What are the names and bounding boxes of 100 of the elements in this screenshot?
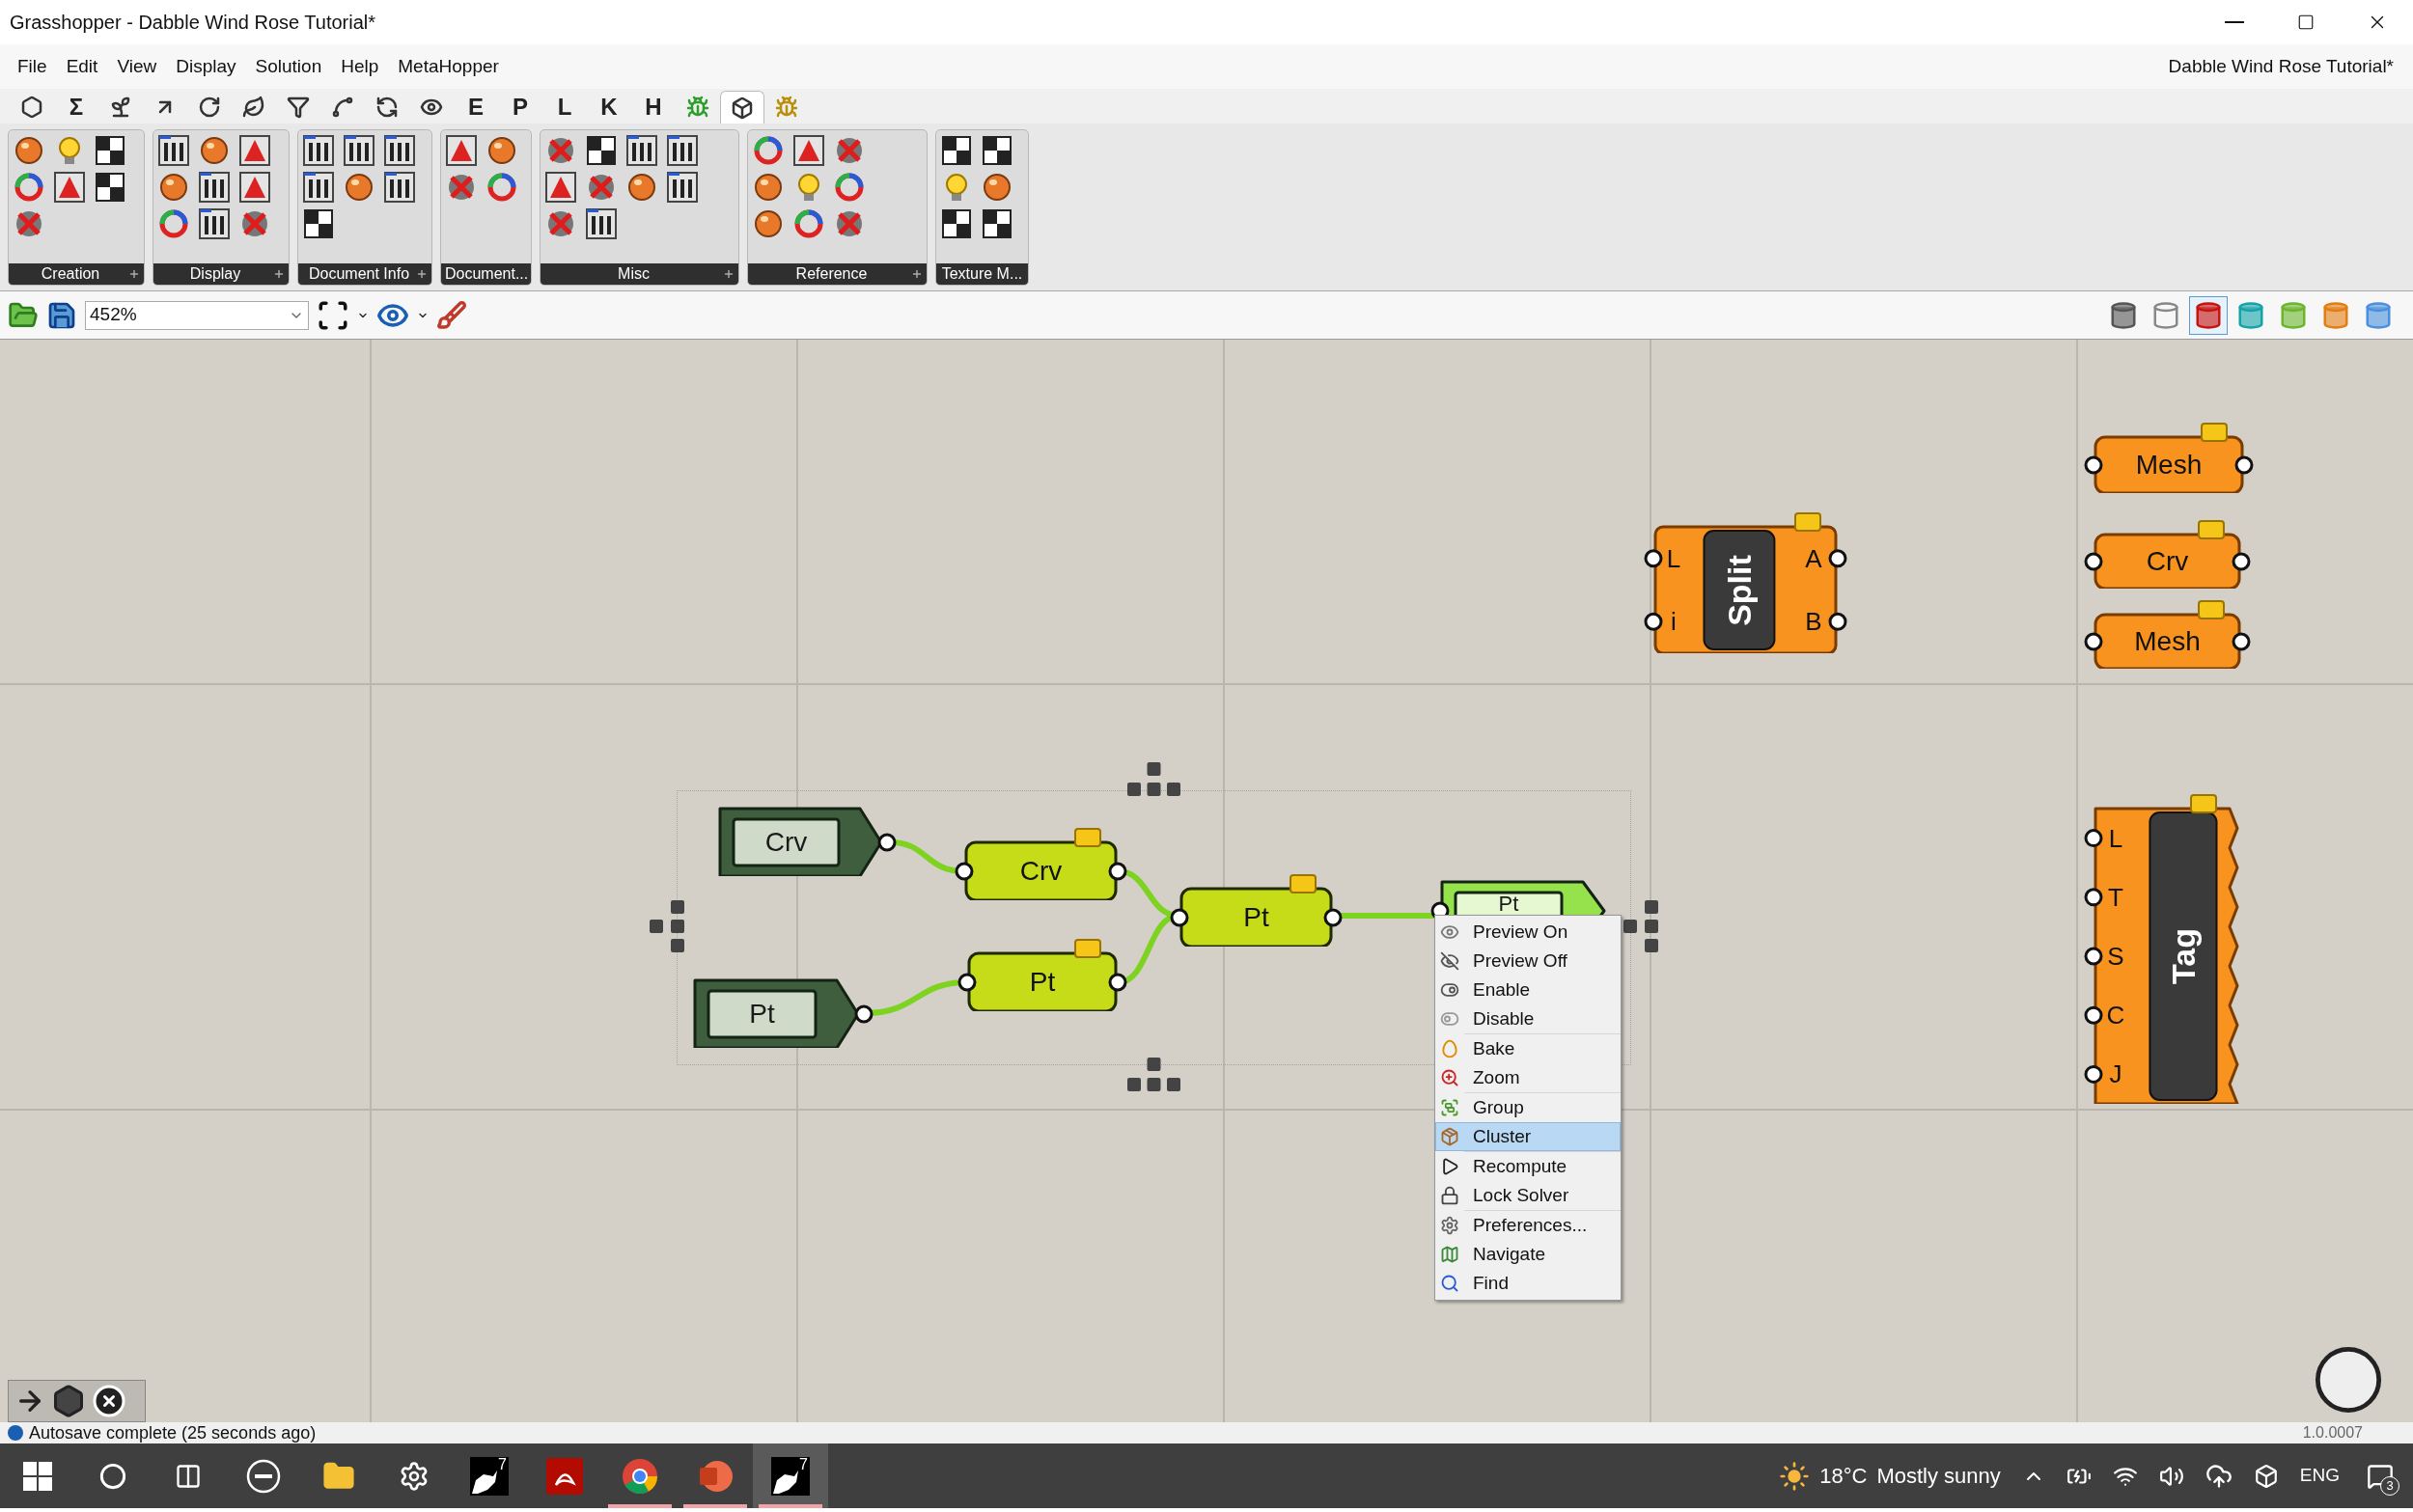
connector-grip[interactable] — [1644, 612, 1663, 631]
sphere-icon[interactable] — [343, 171, 375, 204]
component-node[interactable] — [1653, 525, 1838, 653]
expand-icon[interactable] — [723, 268, 735, 280]
weather-icon[interactable] — [1779, 1460, 1811, 1492]
connector-grip[interactable] — [1828, 549, 1847, 568]
checker-icon[interactable] — [940, 207, 973, 240]
flag-icon[interactable] — [2198, 520, 2225, 539]
tab[interactable]: E — [454, 91, 498, 124]
display-mode-button[interactable] — [2189, 295, 2228, 335]
ring-icon[interactable] — [792, 207, 825, 240]
bars-icon[interactable] — [302, 171, 335, 204]
sphere-icon[interactable] — [13, 134, 45, 167]
component-node[interactable] — [2094, 807, 2239, 1104]
resize-handle-icon[interactable] — [1127, 1058, 1180, 1091]
checker-icon[interactable] — [585, 134, 618, 167]
checker-icon[interactable] — [302, 207, 335, 240]
connector-grip[interactable] — [2084, 632, 2103, 651]
parameter-node[interactable] — [967, 951, 1118, 1011]
notifications-button[interactable]: 3 — [2361, 1456, 2399, 1496]
sphere-icon[interactable] — [198, 134, 231, 167]
bars-icon[interactable] — [198, 207, 231, 240]
ring-icon[interactable] — [752, 134, 785, 167]
ring-icon[interactable] — [485, 171, 518, 204]
bars-icon[interactable] — [198, 171, 231, 204]
zoom-extents-icon[interactable] — [317, 298, 349, 332]
connector-grip[interactable] — [1108, 862, 1127, 881]
connector-grip[interactable] — [2084, 552, 2103, 571]
tab[interactable]: P — [498, 91, 542, 124]
bars-icon[interactable] — [666, 171, 699, 204]
flag-icon[interactable] — [1074, 939, 1101, 958]
menu-item[interactable]: Display — [166, 52, 246, 81]
menu-item[interactable]: Preview Off — [1435, 947, 1621, 976]
menu-item[interactable]: Recompute — [1435, 1152, 1621, 1181]
bars-icon[interactable] — [585, 207, 618, 240]
connector-grip[interactable] — [1828, 612, 1847, 631]
flag-icon[interactable] — [1290, 874, 1317, 893]
parameter-node[interactable] — [2094, 613, 2241, 669]
ring-icon[interactable] — [157, 207, 190, 240]
flag-icon[interactable] — [2190, 794, 2217, 813]
menu-item[interactable]: Cluster — [1435, 1122, 1621, 1151]
resize-handle-icon[interactable] — [1127, 762, 1180, 796]
box-icon[interactable] — [2253, 1463, 2279, 1489]
checker-icon[interactable] — [981, 134, 1013, 167]
menu-item[interactable]: Enable — [1435, 976, 1621, 1004]
bars-icon[interactable] — [625, 134, 658, 167]
connector-grip[interactable] — [1108, 973, 1127, 992]
connector-grip[interactable] — [957, 973, 977, 992]
connector-grip[interactable] — [2084, 455, 2103, 475]
connector-grip[interactable] — [2084, 1005, 2103, 1025]
connector-grip[interactable] — [2232, 552, 2251, 571]
zoom-dropdown[interactable]: 452% — [85, 300, 309, 330]
expand-icon[interactable] — [416, 268, 428, 280]
ring-icon[interactable] — [13, 171, 45, 204]
parameter-node[interactable] — [2094, 533, 2241, 589]
bars-icon[interactable] — [302, 134, 335, 167]
sphere-icon[interactable] — [157, 171, 190, 204]
connector-grip[interactable] — [854, 1004, 874, 1024]
connector-grip[interactable] — [955, 862, 974, 881]
flag-icon[interactable] — [2201, 423, 2228, 442]
ring-icon[interactable] — [833, 171, 866, 204]
resize-handle-icon[interactable] — [1623, 900, 1658, 952]
menu-item[interactable]: File — [8, 52, 57, 81]
menu-item[interactable]: Navigate — [1435, 1240, 1621, 1269]
tab[interactable]: K — [587, 91, 631, 124]
expand-icon[interactable] — [128, 268, 140, 280]
menu-item[interactable]: Bake — [1435, 1034, 1621, 1063]
tab[interactable] — [720, 91, 764, 124]
menu-item[interactable]: Group — [1435, 1093, 1621, 1122]
resize-handle-icon[interactable] — [650, 900, 684, 952]
cloud-upload-icon[interactable] — [2205, 1462, 2233, 1490]
sphere-icon[interactable] — [625, 171, 658, 204]
bars-icon[interactable] — [343, 134, 375, 167]
sphere-icon[interactable] — [981, 171, 1013, 204]
connector-grip[interactable] — [2084, 888, 2103, 907]
connector-grip[interactable] — [2084, 829, 2103, 848]
parameter-node[interactable] — [1179, 887, 1333, 947]
menu-item[interactable]: Zoom — [1435, 1063, 1621, 1092]
language-indicator[interactable]: ENG — [2299, 1462, 2340, 1490]
menu-item[interactable]: Preview On — [1435, 918, 1621, 947]
parameter-node[interactable] — [2094, 435, 2244, 493]
connector-grip[interactable] — [1170, 908, 1189, 927]
flag-icon[interactable] — [1794, 512, 1821, 532]
checker-icon[interactable] — [940, 134, 973, 167]
connector-grip[interactable] — [2234, 455, 2254, 475]
connector-grip[interactable] — [877, 833, 897, 852]
bars-icon[interactable] — [157, 134, 190, 167]
brush-icon[interactable] — [436, 299, 467, 331]
connector-grip[interactable] — [2232, 632, 2251, 651]
sphere-icon[interactable] — [752, 171, 785, 204]
menu-item[interactable]: Edit — [56, 52, 108, 81]
sphere-icon[interactable] — [485, 134, 518, 167]
flag-icon[interactable] — [2198, 600, 2225, 619]
menu-item[interactable]: Find — [1435, 1269, 1621, 1298]
expand-icon[interactable] — [911, 268, 923, 280]
menu-item[interactable]: Lock Solver — [1435, 1181, 1621, 1210]
menu-item[interactable]: Preferences... — [1435, 1211, 1621, 1240]
hexagon-icon[interactable] — [51, 1384, 86, 1418]
checker-icon[interactable] — [94, 134, 126, 167]
tab[interactable]: L — [542, 91, 587, 124]
